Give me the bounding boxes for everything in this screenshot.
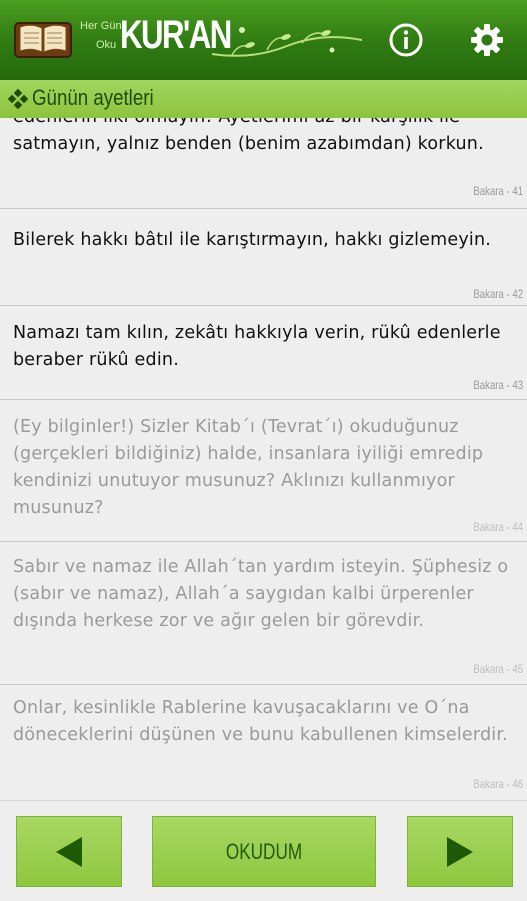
gear-icon[interactable]: [469, 22, 505, 58]
verse-item[interactable]: Onlar, kesinlikle Rablerine kavuşacaklar…: [0, 685, 527, 800]
book-icon: [14, 22, 72, 58]
section-header: Günün ayetleri: [0, 80, 527, 119]
verse-reference: Bakara - 44: [473, 520, 523, 534]
verse-text: Namazı tam kılın, zekâtı hakkıyla verin,…: [13, 323, 501, 370]
arrow-left-icon: [56, 836, 82, 867]
vine-ornament-icon: [212, 27, 362, 57]
verse-text: edenlerin ilki olmayın! Ayetlerimi az bi…: [13, 118, 484, 154]
verse-text: Bilerek hakkı bâtıl ile karıştırmayın, h…: [13, 230, 492, 250]
read-button[interactable]: OKUDUM: [152, 816, 376, 887]
read-button-label: OKUDUM: [225, 839, 303, 864]
previous-button[interactable]: [16, 816, 122, 887]
app-header: Her Gün Oku KUR'AN: [0, 0, 527, 80]
verse-item[interactable]: edenlerin ilki olmayın! Ayetlerimi az bi…: [0, 118, 527, 209]
bottom-nav: OKUDUM: [0, 800, 527, 901]
verse-item[interactable]: (Ey bilginler!) Sizler Kitab´ı (Tevrat´ı…: [0, 400, 527, 542]
verse-item[interactable]: Bilerek hakkı bâtıl ile karıştırmayın, h…: [0, 209, 527, 306]
next-button[interactable]: [407, 816, 513, 887]
logo-subtitle-line2: Oku: [96, 39, 117, 51]
verse-text: Onlar, kesinlikle Rablerine kavuşacaklar…: [13, 698, 508, 745]
verse-reference: Bakara - 41: [473, 184, 523, 198]
verse-reference: Bakara - 42: [473, 287, 523, 301]
verse-list[interactable]: edenlerin ilki olmayın! Ayetlerimi az bi…: [0, 118, 527, 800]
verse-reference: Bakara - 45: [473, 662, 523, 676]
section-title: Günün ayetleri: [32, 85, 154, 110]
verse-item[interactable]: Sabır ve namaz ile Allah´tan yardım iste…: [0, 542, 527, 685]
verse-text: Sabır ve namaz ile Allah´tan yardım iste…: [13, 557, 509, 631]
verse-text: (Ey bilginler!) Sizler Kitab´ı (Tevrat´ı…: [13, 417, 484, 518]
diamond-cluster-icon: [8, 89, 28, 109]
arrow-right-icon: [447, 836, 473, 867]
verse-reference: Bakara - 46: [473, 777, 523, 791]
logo-subtitle-line1: Her Gün: [80, 20, 122, 32]
info-icon[interactable]: [388, 22, 424, 58]
verse-reference: Bakara - 43: [473, 378, 523, 392]
verse-item[interactable]: Namazı tam kılın, zekâtı hakkıyla verin,…: [0, 306, 527, 400]
